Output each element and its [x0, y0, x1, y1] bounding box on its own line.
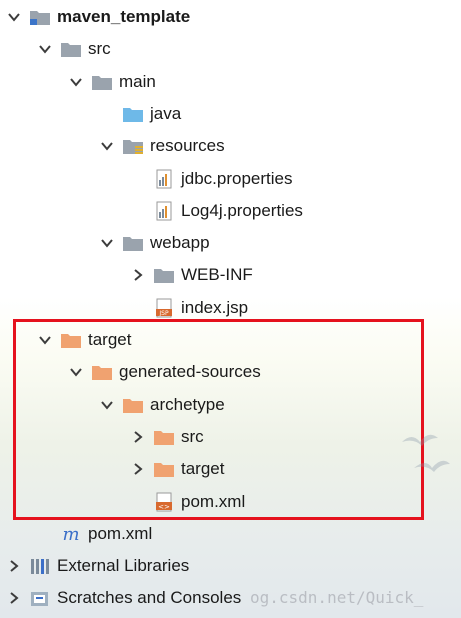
tree-row[interactable]: m pom.xml: [0, 518, 461, 550]
tree-row[interactable]: Log4j.properties: [0, 195, 461, 227]
folder-icon: [122, 233, 144, 253]
tree-row-label: webapp: [150, 233, 210, 253]
scratches-icon: [29, 588, 51, 608]
properties-file-icon: [153, 169, 175, 189]
svg-text:JSP: JSP: [158, 310, 169, 317]
module-folder-icon: [29, 7, 51, 27]
folder-icon: [91, 72, 113, 92]
chevron-right-icon[interactable]: [131, 268, 145, 282]
tree-row[interactable]: External Libraries: [0, 550, 461, 582]
libraries-icon: [29, 556, 51, 576]
tree-row[interactable]: java: [0, 98, 461, 130]
tree-row-label: pom.xml: [88, 523, 153, 543]
tree-row-label: resources: [150, 136, 225, 156]
tree-row-label: jdbc.properties: [181, 168, 293, 188]
tree-row-label: main: [119, 71, 156, 91]
chevron-down-icon[interactable]: [100, 236, 114, 250]
tree-row[interactable]: webapp: [0, 227, 461, 259]
tree-row-label: WEB-INF: [181, 265, 253, 285]
tree-row-label: Scratches and Consoles: [57, 588, 242, 608]
tree-row[interactable]: WEB-INF: [0, 259, 461, 291]
tree-row-label: src: [88, 39, 111, 59]
chevron-down-icon[interactable]: [100, 139, 114, 153]
chevron-right-icon[interactable]: [7, 591, 21, 605]
tree-row-label: java: [150, 103, 182, 123]
bird-decoration: [414, 460, 450, 472]
tree-row[interactable]: resources: [0, 130, 461, 162]
maven-file-icon: m: [60, 524, 82, 544]
tree-row-label: Log4j.properties: [181, 200, 303, 220]
tree-row[interactable]: maven_template: [0, 1, 461, 33]
chevron-down-icon[interactable]: [69, 75, 83, 89]
tree-row-label: External Libraries: [57, 556, 190, 576]
watermark: og.csdn.net/Quick_: [250, 588, 424, 607]
resources-folder-icon: [122, 136, 144, 156]
properties-file-icon: [153, 201, 175, 221]
svg-text:m: m: [62, 524, 79, 544]
jsp-file-icon: JSP: [153, 298, 175, 318]
tree-row[interactable]: src: [0, 33, 461, 65]
folder-icon: [60, 39, 82, 59]
tree-row-label: index.jsp: [181, 297, 249, 317]
tree-row-label: maven_template: [57, 7, 191, 26]
tree-row[interactable]: main: [0, 66, 461, 98]
folder-icon: [153, 265, 175, 285]
chevron-right-icon[interactable]: [7, 559, 21, 573]
tree-row[interactable]: jdbc.properties: [0, 163, 461, 195]
chevron-down-icon[interactable]: [38, 42, 52, 56]
chevron-down-icon[interactable]: [7, 10, 21, 24]
source-folder-icon: [122, 104, 144, 124]
highlight-box: [13, 319, 424, 520]
